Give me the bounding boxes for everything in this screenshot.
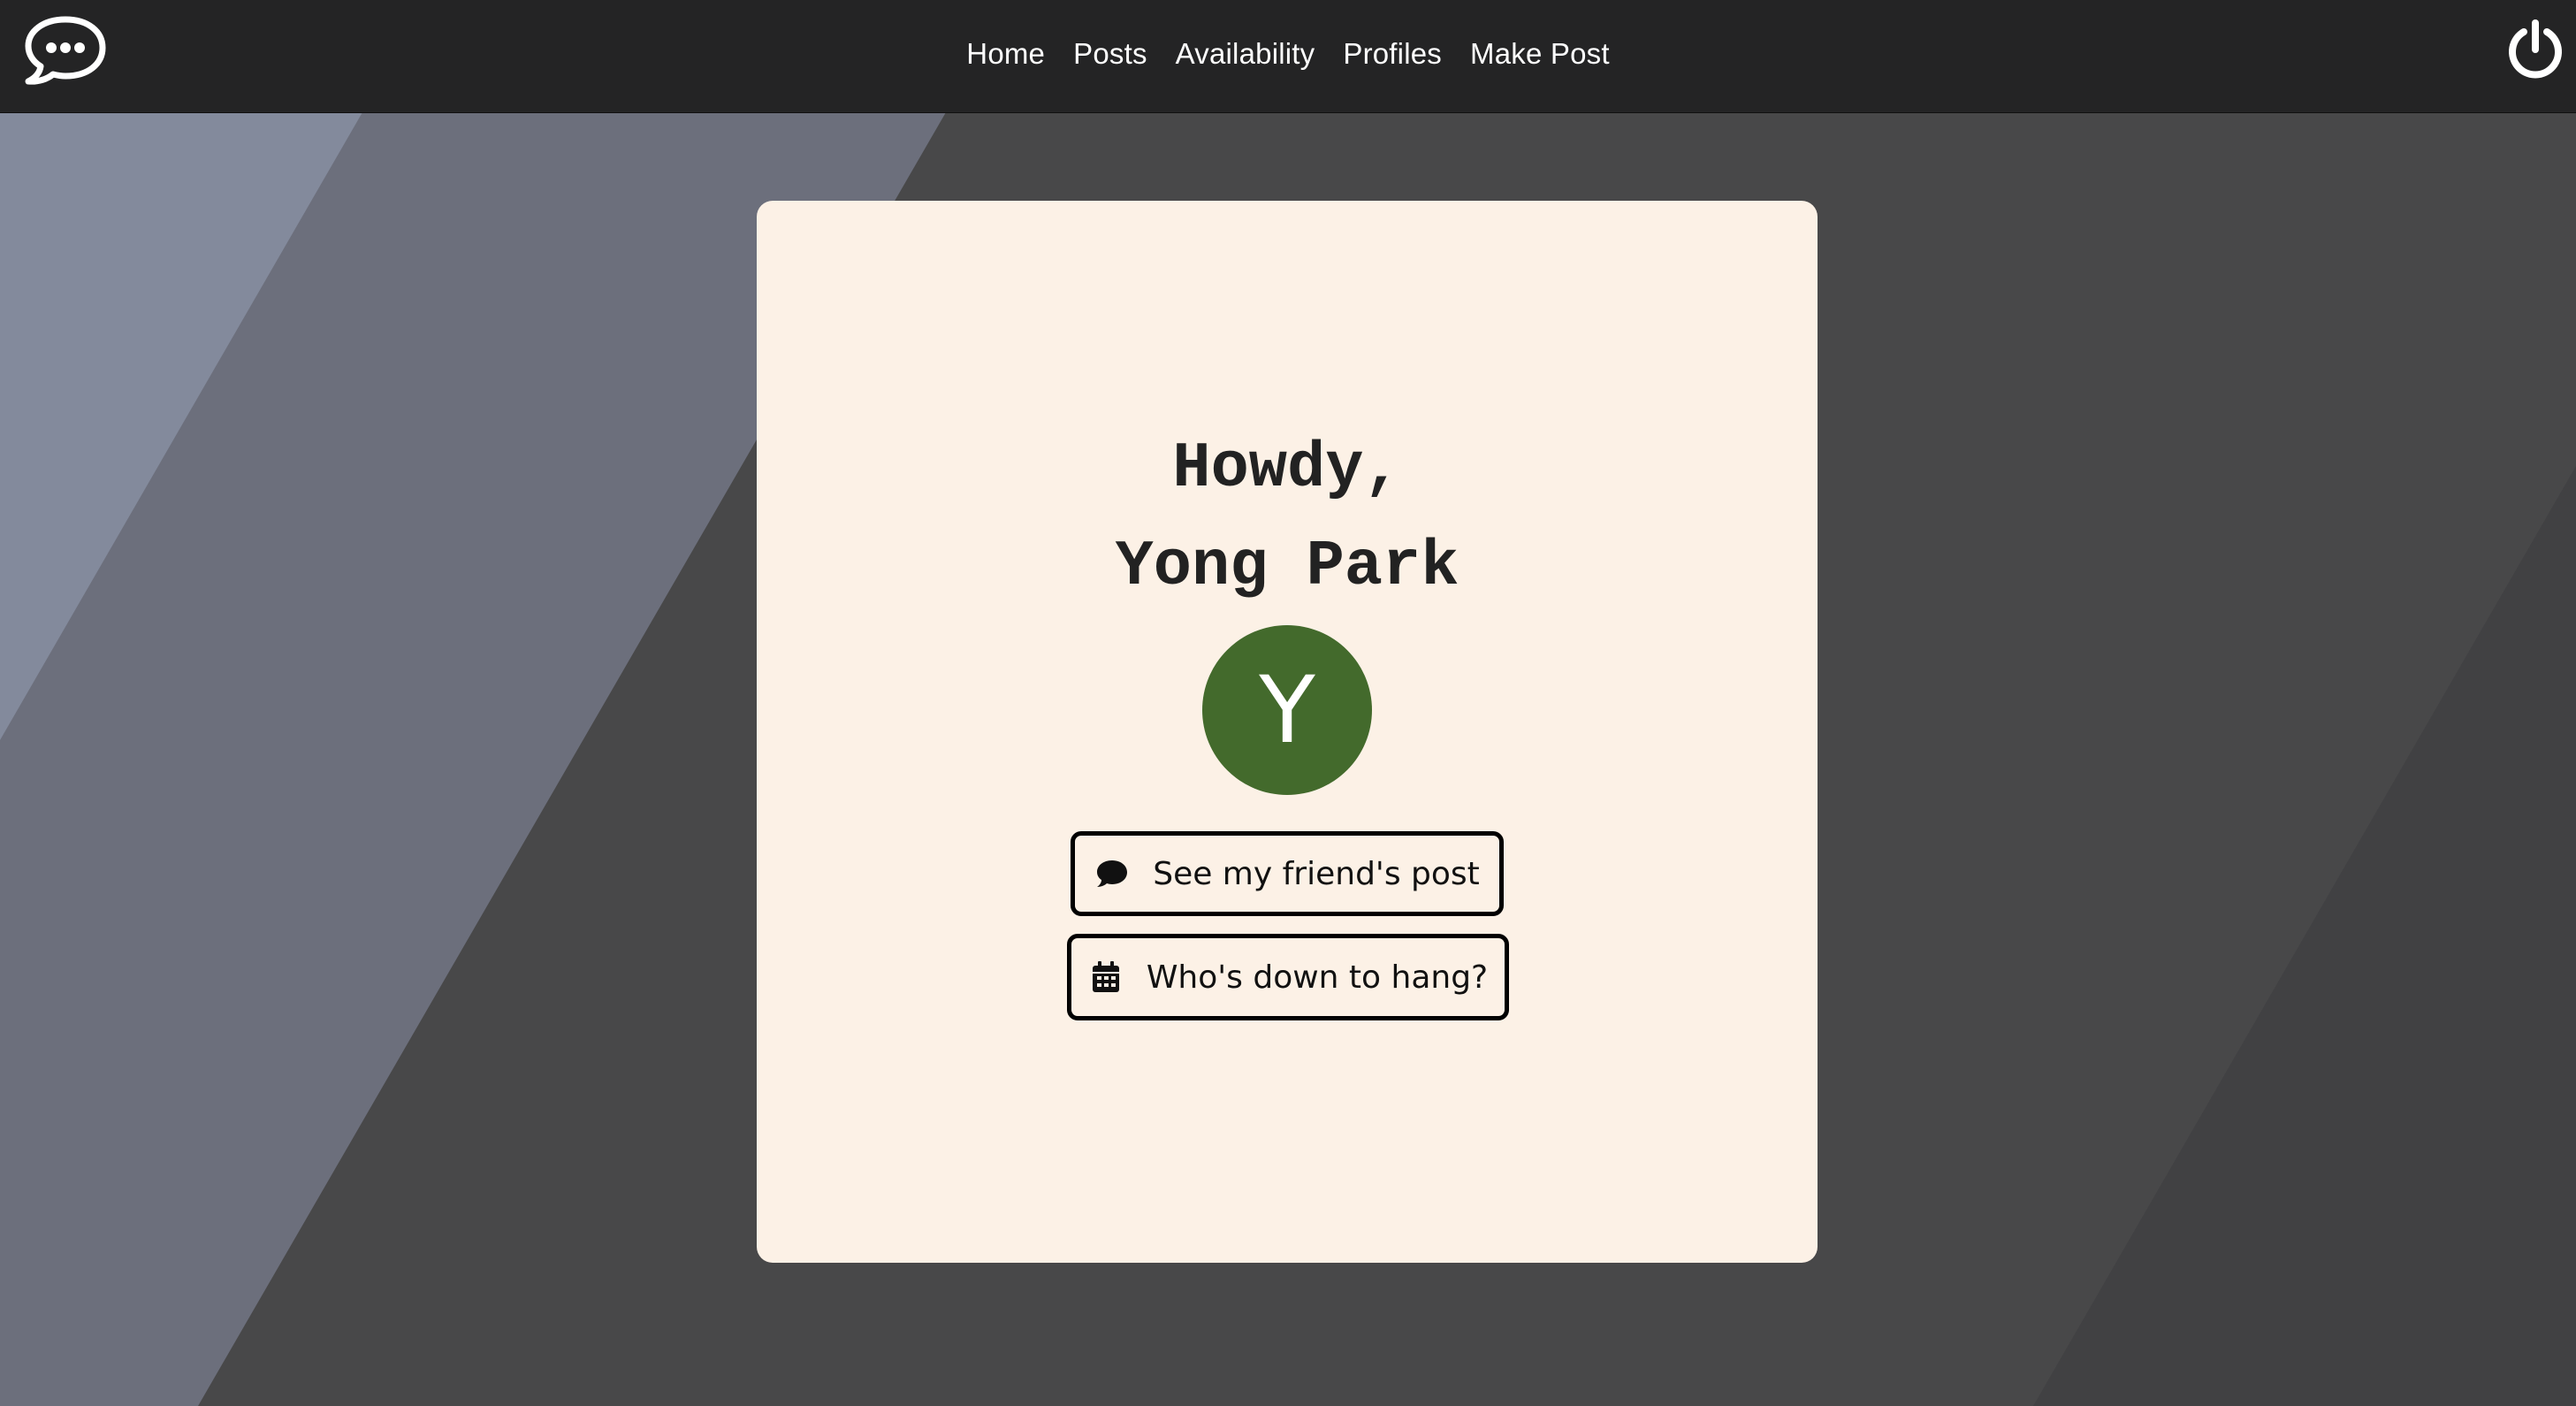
whos-down-to-hang-button[interactable]: Who's down to hang? (1067, 934, 1509, 1020)
avatar: Y (1202, 625, 1372, 795)
see-friends-post-button[interactable]: See my friend's post (1071, 831, 1504, 916)
main-nav: Home Posts Availability Profiles Make Po… (0, 0, 2576, 107)
greeting-text: Howdy, (1172, 432, 1402, 505)
see-friends-post-label: See my friend's post (1153, 855, 1480, 892)
user-name: Yong Park (1115, 531, 1459, 603)
nav-link-home[interactable]: Home (966, 37, 1045, 71)
nav-link-availability[interactable]: Availability (1176, 37, 1315, 71)
nav-link-posts[interactable]: Posts (1073, 37, 1147, 71)
power-icon[interactable] (2504, 18, 2566, 81)
nav-link-make-post[interactable]: Make Post (1470, 37, 1610, 71)
whos-down-to-hang-label: Who's down to hang? (1146, 959, 1489, 996)
comment-icon (1094, 856, 1130, 891)
nav-link-profiles[interactable]: Profiles (1343, 37, 1442, 71)
welcome-card: Howdy, Yong Park Y See my friend's post (757, 201, 1818, 1263)
avatar-initial: Y (1259, 656, 1315, 764)
calendar-icon (1088, 959, 1124, 995)
top-navbar: Home Posts Availability Profiles Make Po… (0, 0, 2576, 113)
